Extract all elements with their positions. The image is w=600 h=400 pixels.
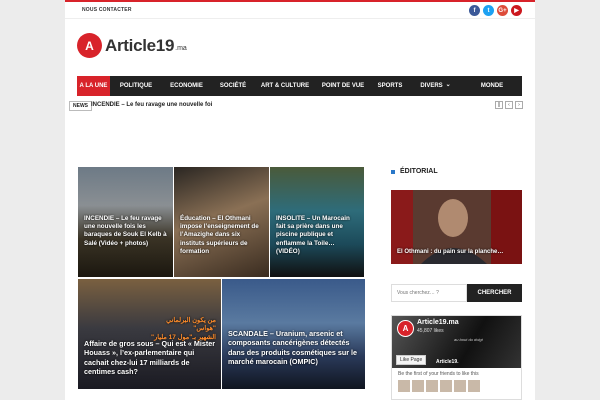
featured-tile-education[interactable]: Éducation – El Othmani impose l’enseigne…	[174, 167, 269, 277]
friend-avatar	[468, 380, 480, 392]
featured-tile-scandale[interactable]: SCANDALE – Uranium, arsenic et composant…	[222, 279, 365, 389]
top-bar: NOUS CONTACTER f t G+ ▶	[65, 2, 535, 19]
prev-icon[interactable]: ‹	[505, 101, 513, 109]
friend-avatar	[412, 380, 424, 392]
arabic-overlay: من يكون البرلماني "هواس" الشهير بـ"مول 1…	[151, 317, 216, 341]
nav-item-a-la-une[interactable]: A LA UNE	[77, 76, 110, 96]
nav-item-point-de-vue[interactable]: POINT DE VUE	[315, 76, 371, 96]
news-ticker: NEWS INCENDIE – Le feu ravage une nouvel…	[69, 101, 523, 111]
ticker-controls: || ‹ ›	[495, 101, 523, 109]
nav-item-art-culture[interactable]: ART & CULTURE	[255, 76, 315, 96]
featured-tile-incendie[interactable]: INCENDIE – Le feu ravage une nouvelle fo…	[78, 167, 173, 277]
ticker-label: NEWS	[69, 101, 92, 111]
search-button[interactable]: CHERCHER	[467, 284, 522, 302]
site-header: A Article19 .ma	[65, 19, 535, 76]
nav-item-economie[interactable]: ECONOMIE	[162, 76, 211, 96]
logo-badge-icon: A	[77, 33, 102, 58]
nav-item-politique[interactable]: POLITIQUE	[110, 76, 162, 96]
youtube-icon[interactable]: ▶	[511, 5, 522, 16]
social-links: f t G+ ▶	[469, 5, 522, 16]
tile-caption: INCENDIE – Le feu ravage une nouvelle fo…	[84, 215, 167, 247]
pause-icon[interactable]: ||	[495, 101, 503, 109]
editorial-caption: El Othmani : du pain sur la planche…	[397, 249, 504, 255]
nav-item-soci-t-[interactable]: SOCIÉTÉ	[211, 76, 255, 96]
chevron-down-icon: ⌄	[445, 82, 451, 88]
facebook-page-logo-icon: A	[397, 320, 414, 337]
friend-avatar	[440, 380, 452, 392]
heading-square-icon	[391, 169, 395, 174]
ticker-headline[interactable]: INCENDIE – Le feu ravage une nouvelle fo…	[91, 102, 212, 108]
nav-item-divers[interactable]: DIVERS ⌄	[409, 76, 462, 96]
search-input[interactable]	[391, 284, 467, 302]
facebook-like-button[interactable]: Like Page	[396, 355, 427, 365]
facebook-friends-text: Be the first of your friends to like thi…	[398, 371, 479, 377]
next-icon[interactable]: ›	[515, 101, 523, 109]
friend-avatar	[426, 380, 438, 392]
logo-name: Article19	[105, 35, 175, 55]
editorial-card[interactable]: El Othmani : du pain sur la planche…	[391, 190, 522, 264]
editorial-heading: ÉDITORIAL	[391, 168, 438, 175]
facebook-tagline: au bout du doigt	[454, 337, 483, 342]
friend-avatar	[454, 380, 466, 392]
main-nav: A LA UNE POLITIQUE ECONOMIE SOCIÉTÉ ART & CU…	[77, 76, 522, 96]
facebook-widget: A Article19.ma 45,807 likes au bout du d…	[391, 315, 522, 400]
search-form: CHERCHER	[391, 284, 522, 302]
nav-item-monde[interactable]: MONDE	[462, 76, 522, 96]
facebook-mini-logo: Article19.	[436, 359, 459, 365]
facebook-icon[interactable]: f	[469, 5, 480, 16]
tile-caption: Éducation – El Othmani impose l’enseigne…	[180, 215, 259, 255]
page-container: NOUS CONTACTER f t G+ ▶ A Article19 .ma A L…	[65, 0, 535, 400]
logo-suffix: .ma	[175, 45, 187, 52]
contact-link[interactable]: NOUS CONTACTER	[82, 7, 132, 13]
facebook-like-count: 45,807 likes	[417, 328, 444, 334]
facebook-page-name[interactable]: Article19.ma	[417, 319, 459, 326]
facebook-cover: A Article19.ma 45,807 likes au bout du d…	[392, 316, 521, 368]
facebook-faces	[392, 380, 521, 392]
google-plus-icon[interactable]: G+	[497, 5, 508, 16]
twitter-icon[interactable]: t	[483, 5, 494, 16]
tile-caption: SCANDALE – Uranium, arsenic et composant…	[228, 329, 358, 367]
site-logo[interactable]: A Article19 .ma	[77, 33, 187, 58]
nav-item-sports[interactable]: SPORTS	[371, 76, 409, 96]
featured-tile-insolite[interactable]: INSOLITE – Un Marocain fait sa prière da…	[270, 167, 364, 277]
friend-avatar	[398, 380, 410, 392]
tile-caption: INSOLITE – Un Marocain fait sa prière da…	[276, 215, 350, 255]
tile-caption: Affaire de gros sous – Qui est « Mister …	[84, 339, 216, 377]
featured-tile-affaire[interactable]: من يكون البرلماني "هواس" الشهير بـ"مول 1…	[78, 279, 221, 389]
